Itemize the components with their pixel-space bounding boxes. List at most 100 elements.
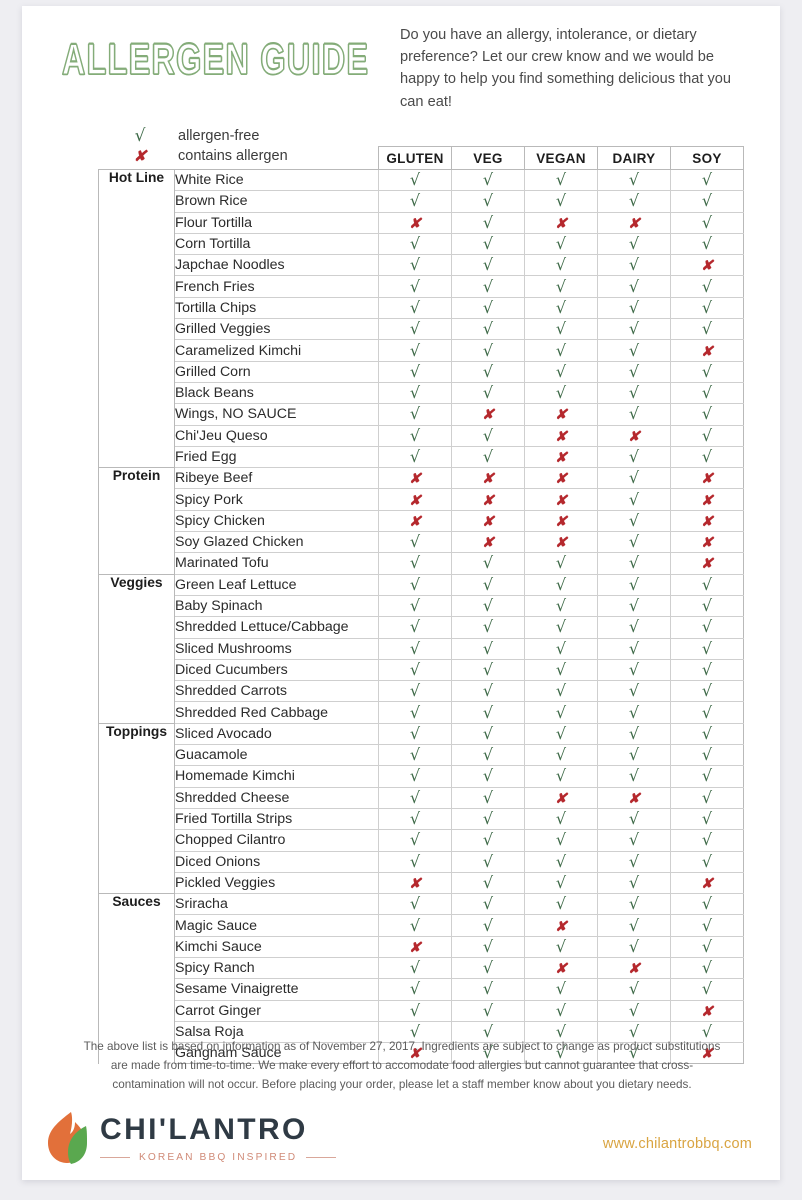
checkmark-icon-soy: √: [670, 616, 744, 639]
table-row: Chopped Cilantro √ √ √ √ √: [99, 829, 744, 852]
checkmark-icon-gluten: √: [378, 296, 452, 320]
cross-icon-soy: ✘: [670, 999, 744, 1022]
table-row: Caramelized Kimchi √ √ √ √ ✘: [99, 339, 744, 362]
table-row: Soy Glazed Chicken √ ✘ ✘ √ ✘: [99, 531, 744, 554]
checkmark-icon-soy: √: [670, 637, 744, 660]
section-label-toppings: Toppings: [98, 722, 175, 894]
checkmark-icon-soy: √: [670, 786, 744, 809]
table-row: Diced Onions √ √ √ √ √: [99, 850, 744, 873]
item-name: Grilled Veggies: [174, 318, 379, 341]
item-name: Japchae Noodles: [174, 254, 379, 277]
tagline-rule-left: [100, 1157, 130, 1158]
checkmark-icon-gluten: √: [378, 999, 452, 1022]
checkmark-icon-dairy: √: [597, 594, 671, 618]
checkmark-icon-veg: √: [451, 893, 525, 916]
document-page: ALLERGEN GUIDE Do you have an allergy, i…: [22, 6, 780, 1180]
header-spacer-section: [99, 147, 175, 170]
checkmark-icon-soy: √: [670, 211, 744, 234]
checkmark-icon-veg: √: [451, 190, 525, 213]
cross-icon-veg: ✘: [451, 509, 525, 533]
checkmark-icon-dairy: √: [597, 531, 671, 554]
checkmark-icon-veg: √: [451, 381, 525, 405]
website-url[interactable]: www.chilantrobbq.com: [603, 1136, 752, 1152]
checkmark-icon-soy: √: [670, 594, 744, 618]
checkmark-icon-gluten: √: [378, 850, 452, 873]
checkmark-icon: √: [134, 125, 146, 146]
intro-paragraph: Do you have an allergy, intolerance, or …: [400, 27, 732, 110]
item-name: White Rice: [174, 168, 379, 192]
item-name: Carrot Ginger: [174, 999, 379, 1022]
checkmark-icon-soy: √: [670, 190, 744, 213]
checkmark-icon-vegan: √: [524, 871, 598, 895]
table-row: Wings, NO SAUCE √ ✘ ✘ √ √: [99, 403, 744, 426]
item-name: Baby Spinach: [174, 594, 379, 618]
table-row: Spicy Ranch √ √ ✘ ✘ √: [99, 956, 744, 980]
checkmark-icon-vegan: √: [524, 999, 598, 1022]
checkmark-icon-soy: √: [670, 978, 744, 1001]
table-row: Tortilla Chips √ √ √ √ √: [99, 296, 744, 320]
checkmark-icon-dairy: √: [597, 701, 671, 724]
disclaimer-text: The above list is based on information a…: [83, 1040, 721, 1091]
checkmark-icon-dairy: √: [597, 275, 671, 298]
item-name: Diced Onions: [174, 850, 379, 873]
title-container: ALLERGEN GUIDE: [61, 20, 392, 82]
column-header-dairy: DAIRY: [597, 146, 671, 170]
checkmark-icon-veg: √: [451, 871, 525, 895]
section-label-hot-line: Hot Line: [98, 168, 175, 468]
item-name: Corn Tortilla: [174, 232, 379, 256]
checkmark-icon-veg: √: [451, 211, 525, 234]
checkmark-icon-dairy: √: [597, 296, 671, 320]
checkmark-icon-dairy: √: [597, 616, 671, 639]
table-row: Grilled Corn √ √ √ √ √: [99, 360, 744, 383]
cross-icon-soy: ✘: [670, 871, 744, 895]
checkmark-icon-vegan: √: [524, 850, 598, 873]
checkmark-icon-soy: √: [670, 893, 744, 916]
checkmark-icon-vegan: √: [524, 978, 598, 1001]
checkmark-icon-vegan: √: [524, 744, 598, 767]
item-name: Soy Glazed Chicken: [174, 531, 379, 554]
checkmark-icon-dairy: √: [597, 850, 671, 873]
table-row: Sliced Mushrooms √ √ √ √ √: [99, 637, 744, 660]
item-name: Ribeye Beef: [174, 467, 379, 490]
cross-icon-veg: ✘: [451, 531, 525, 554]
checkmark-icon-vegan: √: [524, 296, 598, 320]
item-name: Green Leaf Lettuce: [174, 573, 379, 596]
checkmark-icon-gluten: √: [378, 318, 452, 341]
item-name: Spicy Chicken: [174, 509, 379, 533]
checkmark-icon-soy: √: [670, 296, 744, 320]
checkmark-icon-gluten: √: [378, 275, 452, 298]
checkmark-icon-gluten: √: [378, 701, 452, 724]
item-name: Spicy Pork: [174, 488, 379, 511]
checkmark-icon-gluten: √: [378, 893, 452, 916]
tagline-rule-right: [306, 1157, 337, 1158]
checkmark-icon-soy: √: [670, 318, 744, 341]
checkmark-icon-dairy: √: [597, 829, 671, 852]
logo-text-block: CHI'LANTRO KOREAN BBQ INSPIRED: [100, 1113, 337, 1163]
checkmark-icon-dairy: √: [597, 168, 671, 192]
cross-icon-gluten: ✘: [378, 871, 452, 895]
checkmark-icon-vegan: √: [524, 893, 598, 916]
item-name: Tortilla Chips: [174, 296, 379, 320]
section-label-veggies: Veggies: [98, 573, 175, 724]
checkmark-icon-soy: √: [670, 935, 744, 958]
table-row: Chi'Jeu Queso √ √ ✘ ✘ √: [99, 424, 744, 447]
checkmark-icon-dairy: √: [597, 893, 671, 916]
checkmark-icon-vegan: √: [524, 254, 598, 277]
checkmark-icon-dairy: √: [597, 765, 671, 788]
checkmark-icon-vegan: √: [524, 168, 598, 192]
cross-icon-gluten: ✘: [378, 509, 452, 533]
section-label-protein: Protein: [98, 467, 175, 575]
checkmark-icon-veg: √: [451, 956, 525, 980]
table-row: Carrot Ginger √ √ √ √ ✘: [99, 999, 744, 1022]
checkmark-icon-vegan: √: [524, 637, 598, 660]
cross-icon-soy: ✘: [670, 552, 744, 575]
cross-icon-dairy: ✘: [597, 424, 671, 447]
cross-icon-gluten: ✘: [378, 488, 452, 511]
checkmark-icon-soy: √: [670, 275, 744, 298]
checkmark-icon-dairy: √: [597, 403, 671, 426]
logo-brand-name: CHI'LANTRO: [100, 1113, 308, 1146]
checkmark-icon-dairy: √: [597, 637, 671, 660]
checkmark-icon-dairy: √: [597, 339, 671, 362]
checkmark-icon-gluten: √: [378, 232, 452, 256]
checkmark-icon-veg: √: [451, 786, 525, 809]
